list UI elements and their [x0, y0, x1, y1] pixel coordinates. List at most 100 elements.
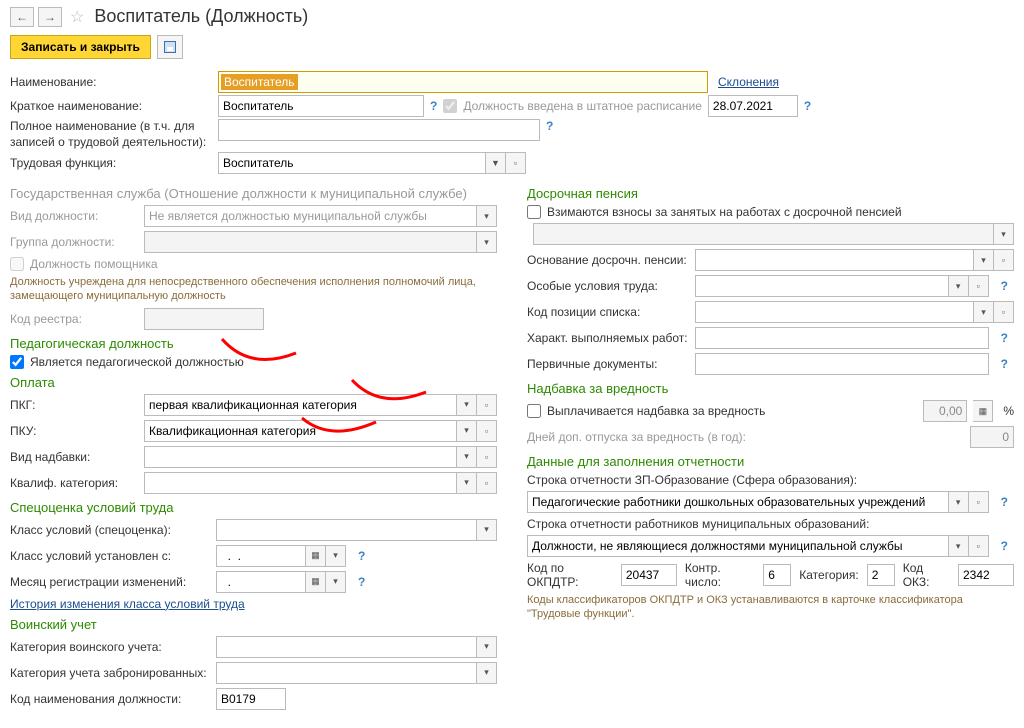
harm-days-label: Дней доп. отпуска за вредность (в год): [527, 430, 964, 444]
open-button[interactable]: ▫ [969, 491, 989, 513]
section-military: Воинский учет [10, 617, 497, 632]
harm-label: Выплачивается надбавка за вредность [547, 404, 765, 418]
labor-func-input[interactable] [218, 152, 486, 174]
staff-checkbox-label: Должность введена в штатное расписание [457, 99, 708, 113]
short-input[interactable] [218, 95, 424, 117]
open-button[interactable]: ▫ [477, 446, 497, 468]
help-icon[interactable]: ? [995, 279, 1014, 293]
dropdown-button[interactable]: ▾ [477, 519, 497, 541]
early-checkbox[interactable] [527, 205, 541, 219]
full-input[interactable] [218, 119, 540, 141]
rep-zp-input[interactable] [527, 491, 949, 513]
allowance-input[interactable] [144, 446, 457, 468]
dropdown-button[interactable]: ▾ [949, 491, 969, 513]
dropdown-button[interactable]: ▾ [457, 446, 477, 468]
help-icon[interactable]: ? [995, 357, 1014, 371]
open-button[interactable]: ▫ [506, 152, 526, 174]
pkg-input[interactable] [144, 394, 457, 416]
nav-back-button[interactable]: ← [10, 7, 34, 27]
open-button[interactable]: ▫ [477, 420, 497, 442]
calendar-button[interactable]: ▦ [306, 571, 326, 593]
mil-cat-input[interactable] [216, 636, 477, 658]
ped-checkbox[interactable] [10, 355, 24, 369]
rep-zp-label: Строка отчетности ЗП-Образование (Сфера … [527, 473, 1014, 487]
okz-label: Код ОКЗ: [903, 561, 950, 589]
okpdtr-label: Код по ОКПДТР: [527, 561, 613, 589]
early-base-input[interactable] [695, 249, 974, 271]
class-from-input[interactable] [216, 545, 306, 567]
work-char-input[interactable] [695, 327, 989, 349]
nav-forward-button[interactable]: → [38, 7, 62, 27]
dropdown-button[interactable]: ▾ [326, 545, 346, 567]
mil-reserved-input[interactable] [216, 662, 477, 684]
percent-label: % [999, 404, 1014, 418]
name-value: Воспитатель [221, 74, 298, 90]
open-button[interactable]: ▫ [477, 472, 497, 494]
open-button[interactable]: ▫ [994, 301, 1014, 323]
save-button[interactable] [157, 35, 183, 59]
help-icon[interactable]: ? [995, 495, 1014, 509]
open-button[interactable]: ▫ [477, 394, 497, 416]
ped-label: Является педагогической должностью [30, 355, 244, 369]
dropdown-button[interactable]: ▾ [949, 275, 969, 297]
help-icon[interactable]: ? [540, 119, 559, 133]
assistant-checkbox [10, 257, 24, 271]
dropdown-button[interactable]: ▾ [326, 571, 346, 593]
open-button[interactable]: ▫ [969, 535, 989, 557]
name-input[interactable]: Воспитатель [218, 71, 708, 93]
open-button[interactable]: ▫ [969, 275, 989, 297]
dropdown-button[interactable]: ▾ [457, 472, 477, 494]
dropdown-button[interactable]: ▾ [477, 636, 497, 658]
dropdown-button[interactable]: ▾ [477, 662, 497, 684]
name-label: Наименование: [10, 75, 218, 89]
dropdown-button[interactable]: ▾ [974, 249, 994, 271]
staff-checkbox [443, 99, 457, 113]
help-icon[interactable]: ? [424, 99, 443, 113]
category-input[interactable] [867, 564, 895, 586]
help-icon[interactable]: ? [995, 331, 1014, 345]
dropdown-button[interactable]: ▾ [949, 535, 969, 557]
gov-hint: Должность учреждена для непосредственног… [10, 275, 497, 304]
okpdtr-input[interactable] [621, 564, 677, 586]
pku-input[interactable] [144, 420, 457, 442]
dropdown-button[interactable]: ▾ [457, 394, 477, 416]
dropdown-button[interactable]: ▾ [477, 205, 497, 227]
dropdown-button[interactable]: ▾ [974, 301, 994, 323]
class-from-label: Класс условий установлен с: [10, 549, 210, 563]
special-cond-label: Особые условия труда: [527, 279, 689, 293]
staff-date-input[interactable] [708, 95, 798, 117]
rep-mun-input[interactable] [527, 535, 949, 557]
special-cond-input[interactable] [695, 275, 949, 297]
month-reg-input[interactable] [216, 571, 306, 593]
contr-input[interactable] [763, 564, 791, 586]
registry-label: Код реестра: [10, 312, 138, 326]
help-icon[interactable]: ? [995, 539, 1014, 553]
star-icon[interactable]: ☆ [66, 7, 88, 27]
pos-code-input[interactable] [695, 301, 974, 323]
mil-code-input[interactable] [216, 688, 286, 710]
okz-input[interactable] [958, 564, 1014, 586]
declension-link[interactable]: Склонения [718, 75, 779, 89]
rep-mun-label: Строка отчетности работников муниципальн… [527, 517, 1014, 531]
open-button[interactable]: ▫ [994, 249, 1014, 271]
help-icon[interactable]: ? [798, 99, 817, 113]
page-title: Воспитатель (Должность) [92, 6, 308, 27]
calendar-button[interactable]: ▦ [306, 545, 326, 567]
pos-type-input[interactable] [144, 205, 477, 227]
contr-label: Контр. число: [685, 561, 755, 589]
help-icon[interactable]: ? [352, 575, 371, 589]
dropdown-button: ▾ [477, 231, 497, 253]
dropdown-button[interactable]: ▼ [486, 152, 506, 174]
pos-group-label: Группа должности: [10, 235, 138, 249]
section-harm: Надбавка за вредность [527, 381, 1014, 396]
class-spec-input[interactable] [216, 519, 477, 541]
qual-cat-input[interactable] [144, 472, 457, 494]
history-link[interactable]: История изменения класса условий труда [10, 597, 245, 611]
dropdown-button[interactable]: ▾ [457, 420, 477, 442]
help-icon[interactable]: ? [352, 549, 371, 563]
mil-reserved-label: Категория учета забронированных: [10, 666, 210, 680]
save-close-button[interactable]: Записать и закрыть [10, 35, 151, 59]
harm-checkbox[interactable] [527, 404, 541, 418]
primary-docs-input[interactable] [695, 353, 989, 375]
class-spec-label: Класс условий (спецоценка): [10, 523, 210, 537]
